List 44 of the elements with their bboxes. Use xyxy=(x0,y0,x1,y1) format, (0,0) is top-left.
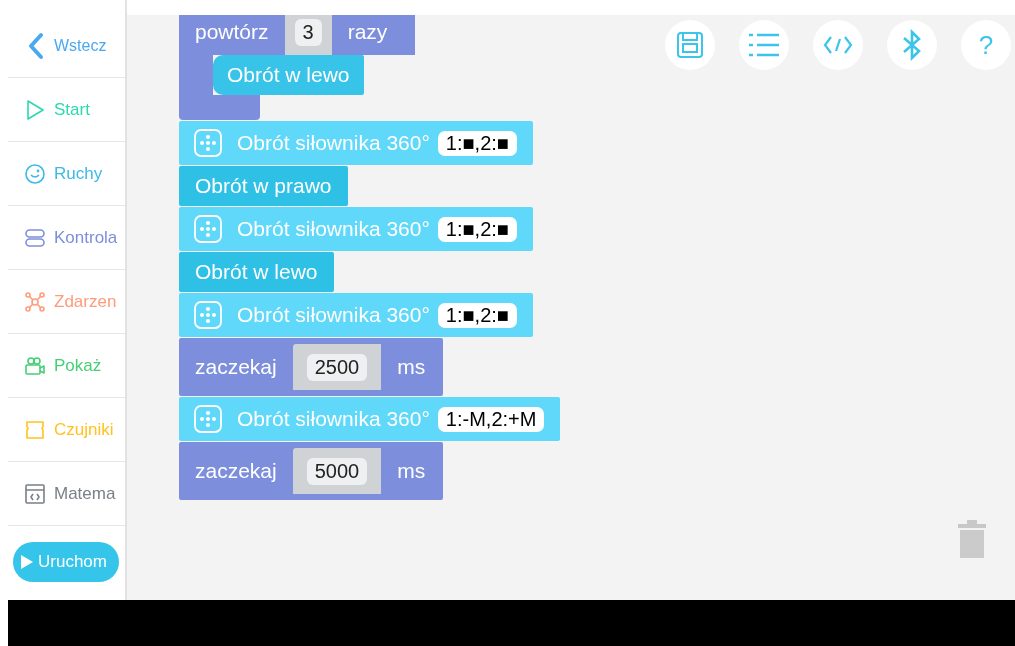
list-icon xyxy=(748,32,780,58)
wait-block[interactable]: zaczekaj 2500 ms xyxy=(179,338,444,396)
play-icon xyxy=(20,554,34,570)
toggle-icon xyxy=(24,226,46,249)
chevron-left-icon xyxy=(26,31,46,60)
block-label: powtórz xyxy=(195,20,269,44)
block-label: zaczekaj xyxy=(195,459,277,483)
repeat-block[interactable]: powtórz 3 razy xyxy=(179,15,416,55)
wait-block[interactable]: zaczekaj 5000 ms xyxy=(179,442,444,500)
ticket-icon xyxy=(24,418,46,441)
servo-block[interactable]: Obrót siłownika 360° 1:■,2:■ xyxy=(179,293,533,337)
block-label: ms xyxy=(397,459,426,483)
bluetooth-button[interactable] xyxy=(887,20,937,70)
smiley-icon xyxy=(24,162,46,185)
list-button[interactable] xyxy=(739,20,789,70)
block-label: ms xyxy=(397,355,426,379)
block-label: Obrót siłownika 360° xyxy=(237,131,430,155)
code-button[interactable] xyxy=(813,20,863,70)
save-button[interactable] xyxy=(665,20,715,70)
dpad-icon xyxy=(193,128,223,158)
block-label: Obrót siłownika 360° xyxy=(237,303,430,327)
play-icon xyxy=(24,98,46,121)
number-field[interactable]: 2500 xyxy=(306,353,368,381)
network-icon xyxy=(24,290,46,313)
servo-block[interactable]: Obrót siłownika 360° 1:-M,2:+M xyxy=(179,397,561,441)
dpad-icon xyxy=(193,214,223,244)
dpad-icon xyxy=(193,300,223,330)
block-label: Obrót siłownika 360° xyxy=(237,217,430,241)
servo-block[interactable]: Obrót siłownika 360° 1:■,2:■ xyxy=(179,121,533,165)
trash-icon[interactable] xyxy=(958,520,986,558)
value-field[interactable]: 1:-M,2:+M xyxy=(437,406,545,432)
dpad-icon xyxy=(193,404,223,434)
code-window-icon xyxy=(24,482,46,505)
block-label: Obrót siłownika 360° xyxy=(237,407,430,431)
value-field[interactable]: 1:■,2:■ xyxy=(437,130,517,156)
bluetooth-icon xyxy=(902,29,922,61)
number-field[interactable]: 5000 xyxy=(306,457,368,485)
servo-block[interactable]: Obrót siłownika 360° 1:■,2:■ xyxy=(179,207,533,251)
value-field[interactable]: 1:■,2:■ xyxy=(437,302,517,328)
block-label: razy xyxy=(347,20,388,44)
value-field[interactable]: 1:■,2:■ xyxy=(437,216,517,242)
number-field[interactable]: 3 xyxy=(294,18,322,46)
block-label: zaczekaj xyxy=(195,355,277,379)
camera-icon xyxy=(24,354,46,377)
